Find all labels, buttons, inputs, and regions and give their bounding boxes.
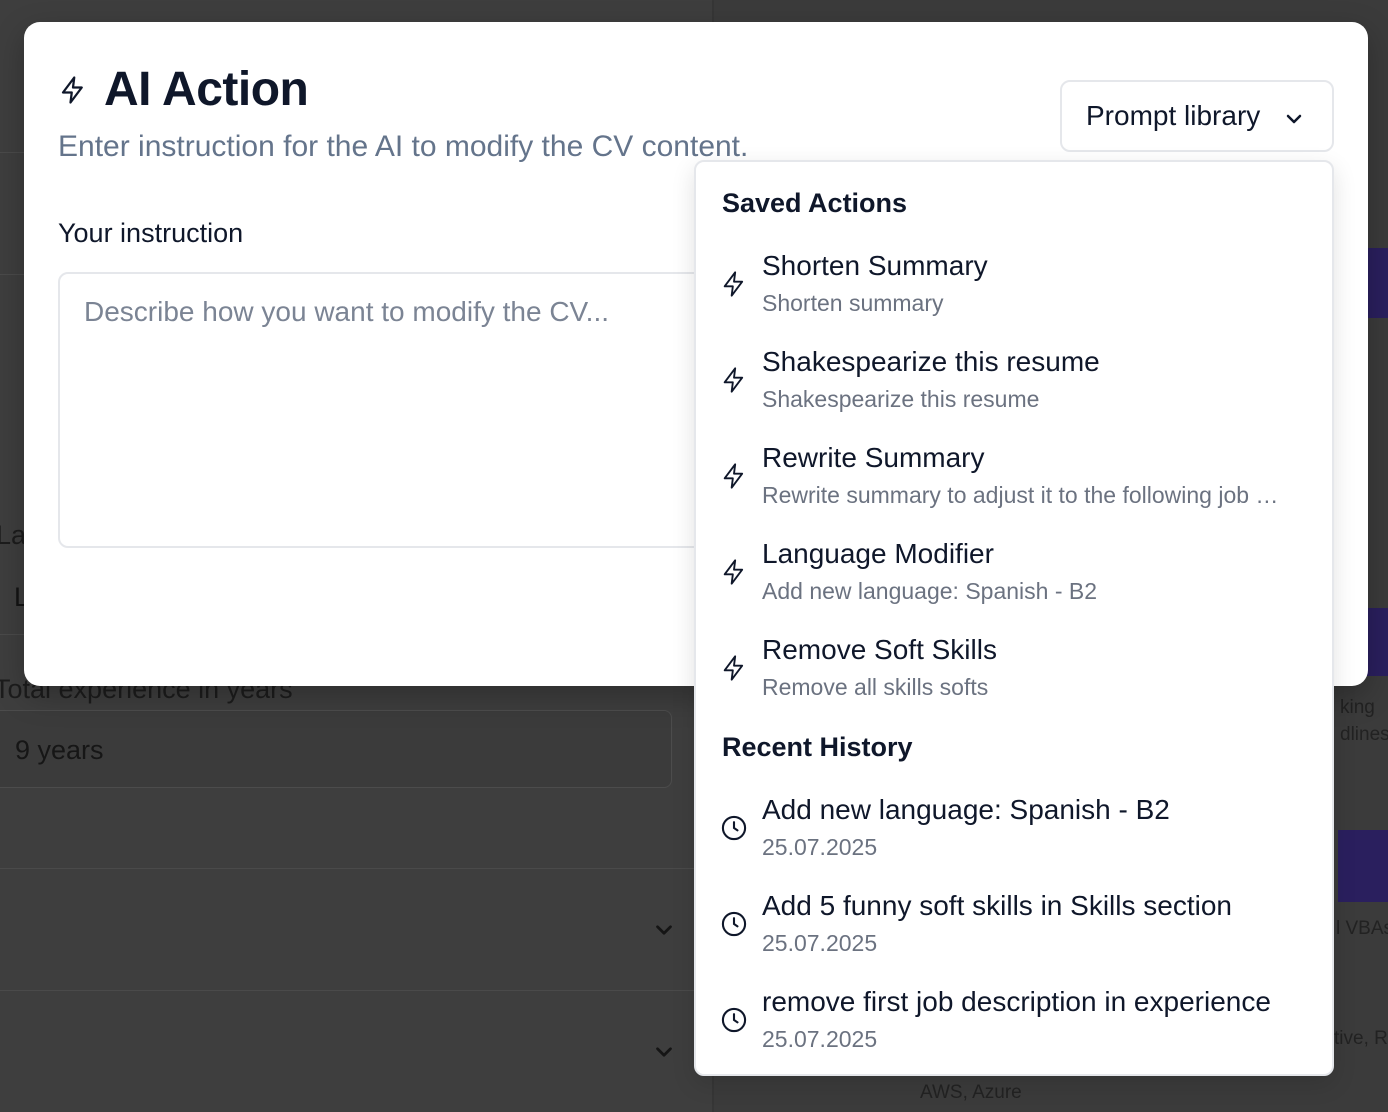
- saved-action-title: Shorten Summary: [762, 250, 988, 281]
- history-title: remove first job description in experien…: [762, 986, 1271, 1017]
- saved-action-subtitle: Rewrite summary to adjust it to the foll…: [762, 482, 1279, 508]
- saved-action-item[interactable]: Shakespearize this resume Shakespearize …: [704, 338, 1324, 428]
- history-item[interactable]: remove first job description in experien…: [704, 978, 1324, 1068]
- saved-action-subtitle: Shakespearize this resume: [762, 386, 1040, 412]
- history-date: 25.07.2025: [762, 834, 878, 860]
- experience-input[interactable]: 9 years: [0, 710, 672, 788]
- chevron-down-icon[interactable]: [651, 917, 677, 943]
- saved-action-title: Language Modifier: [762, 538, 994, 569]
- clock-icon: [720, 910, 748, 938]
- dialog-subtitle: Enter instruction for the AI to modify t…: [58, 130, 749, 163]
- saved-action-item[interactable]: Rewrite Summary Rewrite summary to adjus…: [704, 434, 1324, 524]
- history-item[interactable]: Add 5 funny soft skills in Skills sectio…: [704, 882, 1324, 972]
- bolt-icon: [720, 654, 748, 682]
- history-item[interactable]: Add new language: Spanish - B2 25.07.202…: [704, 786, 1324, 876]
- chevron-down-icon[interactable]: [651, 1039, 677, 1065]
- preview-text-fragment: AWS, Azure: [920, 1082, 1022, 1103]
- instruction-label: Your instruction: [58, 218, 244, 248]
- history-title: Add 5 funny soft skills in Skills sectio…: [762, 890, 1232, 921]
- history-title: Add new language: Spanish - B2: [762, 794, 1170, 825]
- bolt-icon: [58, 75, 88, 105]
- saved-actions-heading: Saved Actions: [722, 188, 908, 218]
- recent-history-heading: Recent History: [722, 732, 913, 762]
- bolt-icon: [720, 558, 748, 586]
- saved-action-item[interactable]: Language Modifier Add new language: Span…: [704, 530, 1324, 620]
- history-date: 25.07.2025: [762, 1026, 878, 1052]
- saved-action-item[interactable]: Remove Soft Skills Remove all skills sof…: [704, 626, 1324, 716]
- saved-action-title: Shakespearize this resume: [762, 346, 1100, 377]
- saved-action-subtitle: Shorten summary: [762, 290, 944, 316]
- history-date: 25.07.2025: [762, 930, 878, 956]
- saved-action-subtitle: Add new language: Spanish - B2: [762, 578, 1098, 604]
- bolt-icon: [720, 270, 748, 298]
- prompt-library-dropdown: Saved Actions Shorten Summary Shorten su…: [694, 160, 1334, 1076]
- preview-text-fragment: l VBAs: [1336, 918, 1388, 939]
- divider: [0, 868, 712, 869]
- bolt-icon: [720, 366, 748, 394]
- preview-section-band: [1338, 830, 1388, 902]
- experience-value: 9 years: [15, 735, 104, 765]
- clock-icon: [720, 814, 748, 842]
- dialog-header: AI Action: [58, 62, 309, 117]
- divider: [0, 990, 712, 991]
- prompt-library-label: Prompt library: [1086, 100, 1261, 131]
- prompt-library-button[interactable]: Prompt library: [1060, 80, 1334, 152]
- preview-text-fragment: king dlines: [1340, 697, 1388, 745]
- clock-icon: [720, 1006, 748, 1034]
- bolt-icon: [720, 462, 748, 490]
- preview-text-fragment: tive, R: [1334, 1028, 1388, 1049]
- chevron-down-icon: [1282, 106, 1306, 130]
- dialog-title: AI Action: [104, 63, 309, 116]
- saved-action-subtitle: Remove all skills softs: [762, 674, 989, 700]
- saved-action-title: Rewrite Summary: [762, 442, 985, 473]
- saved-action-title: Remove Soft Skills: [762, 634, 997, 665]
- saved-action-item[interactable]: Shorten Summary Shorten summary: [704, 242, 1324, 332]
